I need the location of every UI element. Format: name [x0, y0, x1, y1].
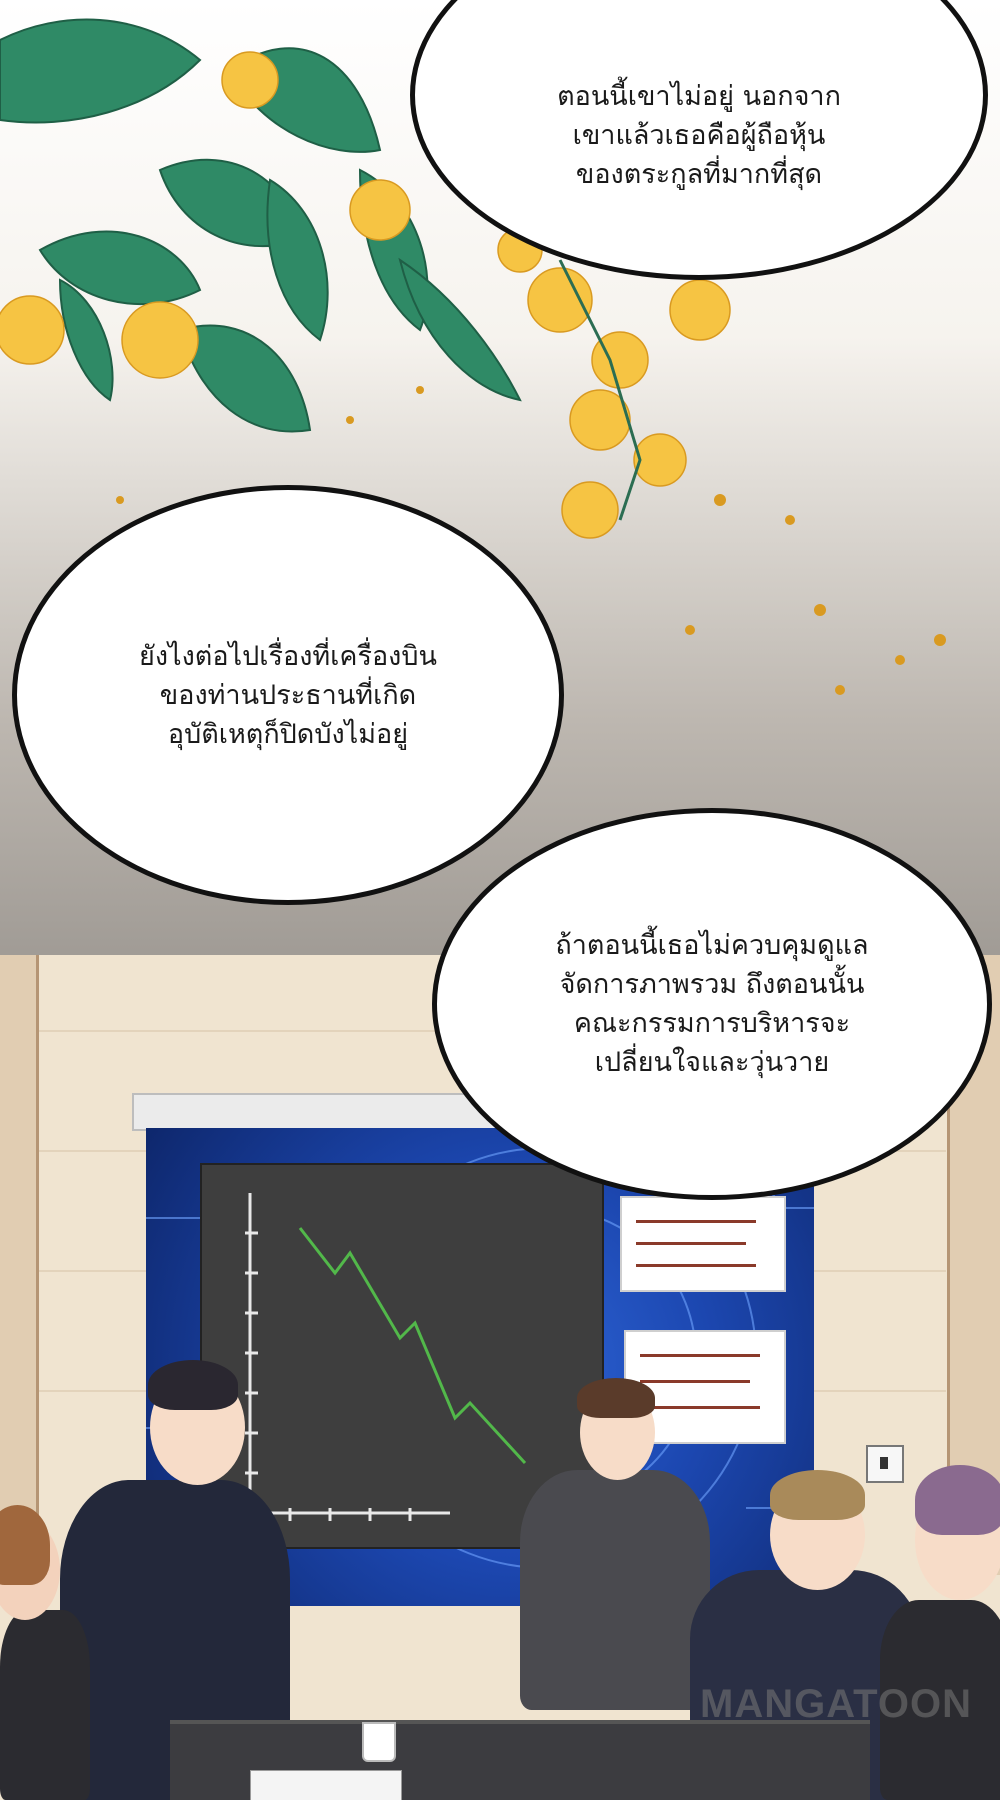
presenter-hair	[577, 1378, 655, 1418]
table-paper	[250, 1770, 402, 1800]
presenter-suit	[520, 1470, 710, 1710]
room-side-wall-left	[0, 955, 39, 1575]
man-left-hair	[148, 1360, 238, 1410]
water-cup	[362, 1722, 396, 1762]
man-far-right-hair	[915, 1465, 1000, 1535]
site-watermark: MANGATOON	[700, 1682, 972, 1726]
man-right-hair	[770, 1470, 865, 1520]
speech-bubble-text: ตอนนี้เขาไม่อยู่ นอกจาก เขาแล้วเธอคือผู้…	[557, 80, 841, 190]
note-line	[636, 1220, 756, 1223]
note-line	[640, 1354, 760, 1357]
note-line	[640, 1380, 750, 1383]
wall-switch-toggle	[880, 1457, 888, 1469]
comic-panel: ตอนนี้เขาไม่อยู่ นอกจาก เขาแล้วเธอคือผู้…	[0, 0, 1000, 1800]
woman-left-suit	[0, 1610, 90, 1800]
speech-bubble-text: ยังไงต่อไปเรื่องที่เครื่องบิน ของท่านประ…	[139, 640, 437, 750]
note-line	[636, 1264, 756, 1267]
wall-switch	[866, 1445, 904, 1483]
speech-bubble-middle: ยังไงต่อไปเรื่องที่เครื่องบิน ของท่านประ…	[12, 485, 564, 905]
speech-bubble-bottom: ถ้าตอนนี้เธอไม่ควบคุมดูแล จัดการภาพรวม ถ…	[432, 808, 992, 1200]
speech-bubble-text: ถ้าตอนนี้เธอไม่ควบคุมดูแล จัดการภาพรวม ถ…	[555, 930, 869, 1078]
screen-note-card	[620, 1196, 786, 1292]
note-line	[640, 1406, 760, 1409]
note-line	[636, 1242, 746, 1245]
